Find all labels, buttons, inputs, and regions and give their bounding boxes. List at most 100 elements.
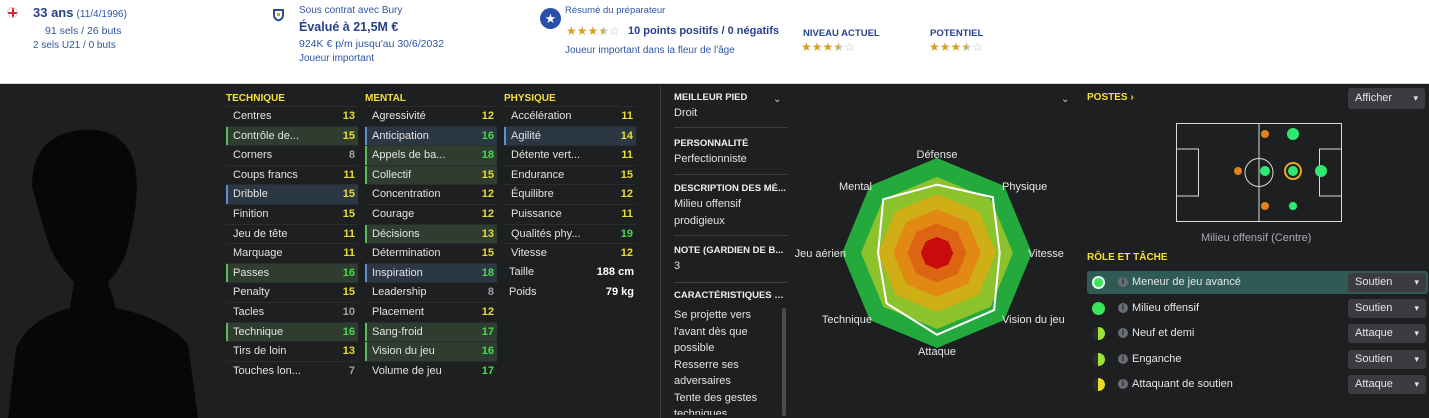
attribute-value: 15 — [342, 129, 355, 142]
role-suitability-icon — [1092, 352, 1105, 366]
attribute-label: Vitesse — [511, 247, 547, 260]
positions-title[interactable]: POSTES › — [1087, 92, 1134, 103]
goalkeeper-rating-label: NOTE (GARDIEN DE B... — [674, 245, 784, 256]
player-trait-line: techniques — [674, 408, 728, 415]
attribute-label: Détermination — [372, 247, 441, 260]
role-row[interactable]: i Meneur de jeu avancé Soutien ▾ — [1087, 271, 1428, 294]
coach-report-star-icon: ★ — [540, 8, 561, 29]
info-icon[interactable]: i — [1118, 328, 1128, 338]
attribute-row[interactable]: Appels de ba... 18 — [365, 145, 497, 165]
chevron-down-icon[interactable]: ⌄ — [1061, 94, 1069, 105]
attribute-row[interactable]: Corners 8 — [226, 145, 358, 165]
attribute-row[interactable]: Décisions 13 — [365, 223, 497, 244]
chevron-down-icon: ▾ — [1414, 277, 1419, 287]
player-trait-line: l'avant dès que — [674, 325, 748, 338]
duty-dropdown-button[interactable]: Attaque ▾ — [1348, 375, 1426, 394]
attribute-row[interactable]: Jeu de tête 11 — [226, 223, 358, 244]
attribute-row[interactable]: Accélération 11 — [504, 106, 636, 126]
info-icon[interactable]: i — [1118, 302, 1128, 313]
attribute-label: Finition — [233, 207, 269, 220]
attribute-row[interactable]: Qualités phy... 19 — [504, 223, 636, 244]
info-icon[interactable]: i — [1118, 353, 1128, 364]
attribute-row[interactable]: Dribble 15 — [226, 184, 358, 204]
rating-star-icon: ★ — [576, 24, 588, 38]
attribute-label: Courage — [372, 207, 415, 220]
info-icon[interactable]: i — [1118, 277, 1128, 287]
attribute-value: 15 — [481, 168, 494, 181]
attribute-row[interactable]: Détermination 15 — [365, 243, 497, 263]
attribute-label: Coups francs — [233, 168, 298, 181]
role-suitability-icon — [1092, 327, 1105, 340]
attribute-row[interactable]: Placement 12 — [365, 301, 497, 322]
contract-club[interactable]: Sous contrat avec Bury — [299, 5, 402, 16]
coach-report-note: Joueur important dans la fleur de l'âge — [565, 45, 735, 56]
attribute-row[interactable]: Tacles 10 — [226, 301, 358, 322]
attribute-value: 15 — [342, 286, 355, 299]
coach-report-title: Résumé du préparateur — [565, 5, 666, 16]
attribute-row[interactable]: Sang-froid 17 — [365, 321, 497, 342]
attribute-label: Agilité — [511, 129, 541, 142]
attribute-row[interactable]: Contrôle de... 15 — [226, 125, 358, 146]
attribute-label: Volume de jeu — [372, 364, 442, 377]
attribute-row[interactable]: Marquage 11 — [226, 243, 358, 263]
attribute-label: Agressivité — [372, 110, 426, 122]
attribute-row[interactable]: Centres 13 — [226, 106, 358, 126]
duty-dropdown-button[interactable]: Attaque ▾ — [1348, 324, 1426, 343]
position-marker — [1288, 166, 1298, 176]
attribute-row[interactable]: Penalty 15 — [226, 282, 358, 302]
attribute-value: 12 — [481, 188, 494, 201]
attribute-row[interactable]: Finition 15 — [226, 203, 358, 224]
duty-dropdown-button[interactable]: Soutien ▾ — [1348, 349, 1426, 369]
radar-axis-label: Mental — [839, 181, 872, 193]
attribute-row[interactable]: Touches lon... 7 — [226, 360, 358, 381]
attribute-row[interactable]: Vitesse 12 — [504, 243, 636, 263]
attribute-value: 15 — [481, 247, 494, 260]
attribute-row[interactable]: Détente vert... 11 — [504, 145, 636, 165]
attribute-row[interactable]: Équilibre 12 — [504, 184, 636, 204]
attribute-value: 14 — [620, 129, 633, 142]
duty-dropdown-button[interactable]: Soutien ▾ — [1348, 273, 1426, 292]
info-icon[interactable]: i — [1118, 379, 1128, 389]
attribute-row[interactable]: Leadership 8 — [365, 282, 497, 302]
attribute-row[interactable]: Tirs de loin 13 — [226, 341, 358, 361]
attribute-value: 12 — [481, 207, 494, 220]
duty-label: Attaque — [1355, 327, 1393, 339]
attribute-row[interactable]: Agressivité 12 — [365, 106, 497, 126]
club-crest-icon[interactable] — [272, 8, 285, 22]
attribute-row[interactable]: Endurance 15 — [504, 164, 636, 185]
role-row[interactable]: i Attaquant de soutien Attaque ▾ — [1087, 373, 1428, 396]
attribute-row[interactable]: Vision du jeu 16 — [365, 341, 497, 361]
radar-axis-label: Physique — [1002, 181, 1047, 193]
attribute-row[interactable]: Volume de jeu 17 — [365, 360, 497, 381]
attribute-row[interactable]: Passes 16 — [226, 262, 358, 283]
radar-axis-label: Défense — [917, 149, 958, 161]
attribute-row[interactable]: Puissance 11 — [504, 203, 636, 224]
attribute-label: Anticipation — [372, 129, 429, 142]
role-row[interactable]: i Neuf et demi Attaque ▾ — [1087, 322, 1428, 345]
duty-dropdown-button[interactable]: Soutien ▾ — [1348, 298, 1426, 318]
attribute-row[interactable]: Courage 12 — [365, 203, 497, 224]
attribute-value: 12 — [481, 305, 494, 318]
role-row[interactable]: i Milieu offensif Soutien ▾ — [1087, 297, 1428, 320]
traits-scrollbar[interactable] — [782, 308, 786, 416]
nation-flag-icon[interactable] — [7, 7, 18, 18]
attribute-row[interactable]: Agilité 14 — [504, 125, 636, 146]
attribute-row[interactable]: Technique 16 — [226, 321, 358, 342]
attribute-row[interactable]: Inspiration 18 — [365, 262, 497, 283]
attribute-row[interactable]: Collectif 15 — [365, 164, 497, 185]
radar-axis-label: Technique — [822, 314, 872, 326]
panel-divider — [660, 86, 661, 418]
attribute-label: Détente vert... — [511, 149, 581, 162]
show-dropdown-button[interactable]: Afficher ▾ — [1348, 88, 1425, 109]
player-silhouette-image — [8, 129, 198, 418]
duty-label: Soutien — [1355, 301, 1393, 314]
attribute-row[interactable]: Anticipation 16 — [365, 125, 497, 146]
positions-pitch — [1176, 123, 1342, 222]
attribute-row[interactable]: Concentration 12 — [365, 184, 497, 204]
attribute-row[interactable]: Coups francs 11 — [226, 164, 358, 185]
role-row[interactable]: i Enganche Soutien ▾ — [1087, 348, 1428, 371]
chevron-down-icon[interactable]: ⌄ — [773, 94, 781, 105]
player-traits-section: CARACTÉRISTIQUES J... Se projette vers l'… — [674, 290, 786, 415]
player-traits-label: CARACTÉRISTIQUES J... — [674, 290, 786, 301]
rating-star-icon: ★ — [587, 24, 599, 38]
